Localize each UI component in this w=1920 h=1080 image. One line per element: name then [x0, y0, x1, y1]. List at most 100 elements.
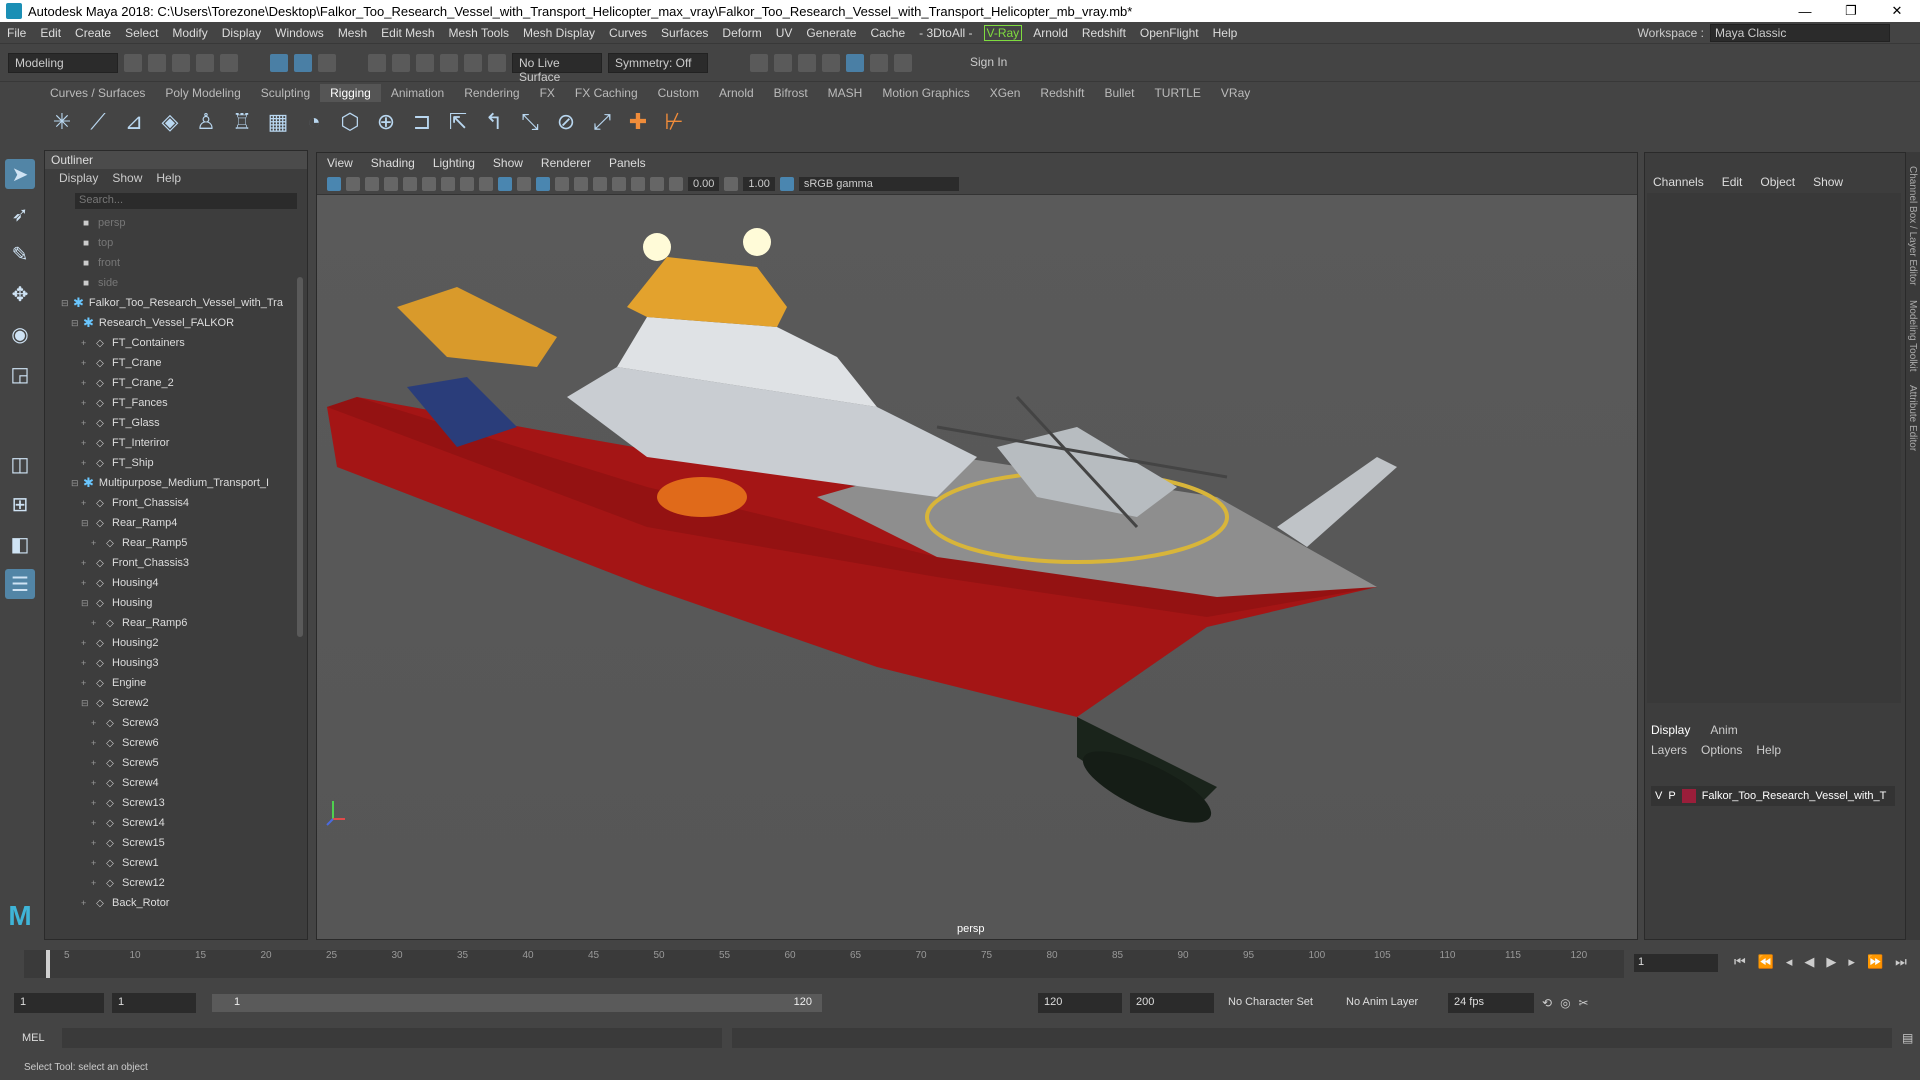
ik-handle-icon[interactable]: ⟋	[84, 108, 112, 136]
shelf-tab-curves-surfaces[interactable]: Curves / Surfaces	[40, 84, 155, 102]
expand-toggle-icon[interactable]: +	[81, 498, 91, 508]
range-slider[interactable]: 1 120	[212, 994, 822, 1012]
live-surface-field[interactable]: No Live Surface	[512, 52, 602, 84]
lattice-icon[interactable]: ▦	[264, 108, 292, 136]
view-transform-dropdown[interactable]: sRGB gamma	[798, 176, 959, 191]
single-view-icon[interactable]: ◫	[5, 449, 35, 479]
step-forward-frame-icon[interactable]: ▸	[1848, 954, 1855, 970]
new-scene-icon[interactable]	[124, 53, 142, 72]
expand-toggle-icon[interactable]: +	[81, 398, 91, 408]
play-forwards-icon[interactable]: ▶	[1826, 954, 1836, 970]
step-back-frame-icon[interactable]: ◂	[1786, 954, 1793, 970]
close-button[interactable]: ✕	[1874, 3, 1920, 19]
wireframe-icon[interactable]	[479, 176, 493, 191]
minimize-button[interactable]: —	[1782, 4, 1828, 19]
mirror-joint-icon[interactable]: ◈	[156, 108, 184, 136]
expand-toggle-icon[interactable]: +	[91, 798, 101, 808]
parent-constraint-icon[interactable]: ✚	[624, 108, 652, 136]
rotate-tool-icon[interactable]: ◉	[5, 319, 35, 349]
hypershade-icon[interactable]	[822, 53, 840, 72]
expand-toggle-icon[interactable]: +	[81, 458, 91, 468]
shelf-tab-custom[interactable]: Custom	[648, 84, 709, 102]
menu-select[interactable]: Select	[118, 26, 165, 40]
shelf-tab-vray[interactable]: VRay	[1211, 84, 1260, 102]
expand-toggle-icon[interactable]: +	[81, 558, 91, 568]
menuset-dropdown[interactable]: Modeling	[8, 52, 118, 73]
redo-icon[interactable]	[220, 53, 238, 72]
shadows-icon[interactable]	[574, 176, 588, 191]
side-tab-channel-box[interactable]: Channel Box / Layer Editor	[1907, 166, 1918, 286]
layer-playback-toggle[interactable]: P	[1668, 790, 1675, 802]
cluster-icon[interactable]: ◔	[300, 108, 328, 136]
end-time-field[interactable]: 200	[1130, 993, 1214, 1013]
layers-menu[interactable]: Layers	[1651, 743, 1687, 757]
xray-icon[interactable]	[650, 176, 664, 191]
channel-box-area[interactable]	[1647, 193, 1901, 703]
time-slider[interactable]: 5 10 15 20 25 30 35 40 45 50 55 60 65 70 75 80 85 90 95 100…	[0, 946, 1920, 982]
expand-toggle-icon[interactable]: +	[91, 618, 101, 628]
select-camera-icon[interactable]	[327, 176, 341, 191]
character-set-dropdown[interactable]: No Character Set	[1222, 993, 1332, 1013]
outliner-camera-side[interactable]: ■ side	[45, 273, 307, 293]
textured-icon[interactable]	[536, 176, 550, 191]
menu-help[interactable]: Help	[1206, 26, 1245, 40]
outliner-scrollbar[interactable]	[297, 277, 303, 637]
shelf-tab-poly-modeling[interactable]: Poly Modeling	[155, 84, 250, 102]
go-to-end-icon[interactable]: ⏭	[1895, 954, 1907, 970]
expand-toggle-icon[interactable]: ⊟	[81, 698, 91, 709]
snap-grid-icon[interactable]	[368, 53, 386, 72]
current-frame-field[interactable]: 1	[1634, 954, 1718, 972]
select-by-hierarchy-icon[interactable]	[270, 53, 288, 72]
undo-icon[interactable]	[196, 53, 214, 72]
shelf-tab-turtle[interactable]: TURTLE	[1144, 84, 1210, 102]
outliner-menu-show[interactable]: Show	[112, 171, 142, 187]
side-tab-attribute-editor[interactable]: Attribute Editor	[1907, 385, 1918, 451]
move-tool-icon[interactable]: ✥	[5, 279, 35, 309]
paint-select-icon[interactable]: ✎	[5, 239, 35, 269]
gamma-field[interactable]: 1.00	[743, 176, 775, 191]
maximize-button[interactable]: ❐	[1828, 3, 1874, 19]
expand-toggle-icon[interactable]: +	[81, 638, 91, 648]
quick-rig-icon[interactable]: ♙	[192, 108, 220, 136]
shelf-tab-fx[interactable]: FX	[530, 84, 565, 102]
isolate-select-icon[interactable]	[631, 176, 645, 191]
command-language-label[interactable]: MEL	[22, 1032, 52, 1044]
layer-color-swatch[interactable]	[1681, 789, 1696, 803]
expand-toggle-icon[interactable]: +	[91, 838, 101, 848]
viewport-menu-renderer[interactable]: Renderer	[541, 156, 591, 170]
outliner-item[interactable]: + ◇ FT_Crane	[45, 353, 307, 373]
menu-generate[interactable]: Generate	[799, 26, 863, 40]
viewport-menu-view[interactable]: View	[327, 156, 353, 170]
expand-toggle-icon[interactable]: ⊟	[71, 478, 81, 489]
shelf-tab-sculpting[interactable]: Sculpting	[251, 84, 320, 102]
expand-toggle-icon[interactable]: +	[91, 878, 101, 888]
snap-live-icon[interactable]	[488, 53, 506, 72]
step-back-key-icon[interactable]: ⏪	[1758, 954, 1774, 970]
shelf-tab-arnold[interactable]: Arnold	[709, 84, 764, 102]
menu-edit[interactable]: Edit	[33, 26, 68, 40]
use-all-lights-icon[interactable]	[555, 176, 569, 191]
outliner-item[interactable]: + ◇ Rear_Ramp6	[45, 613, 307, 633]
outliner-item[interactable]: + ◇ Housing2	[45, 633, 307, 653]
select-tool-icon[interactable]: ➤	[5, 159, 35, 189]
menu-windows[interactable]: Windows	[268, 26, 331, 40]
scale-tool-icon[interactable]: ◲	[5, 359, 35, 389]
wrap-icon[interactable]: ⬡	[336, 108, 364, 136]
image-plane-icon[interactable]	[384, 176, 398, 191]
outliner-item[interactable]: + ◇ Front_Chassis3	[45, 553, 307, 573]
outliner-item[interactable]: + ◇ Housing4	[45, 573, 307, 593]
exposure-field[interactable]: 0.00	[688, 176, 720, 191]
resolution-gate-icon[interactable]	[441, 176, 455, 191]
menu-create[interactable]: Create	[68, 26, 118, 40]
expand-toggle-icon[interactable]: +	[81, 338, 91, 348]
menu-modify[interactable]: Modify	[165, 26, 214, 40]
expand-toggle-icon[interactable]: +	[81, 358, 91, 368]
outliner-item[interactable]: + ◇ Front_Chassis4	[45, 493, 307, 513]
expand-toggle-icon[interactable]: +	[81, 578, 91, 588]
channels-menu[interactable]: Channels	[1653, 175, 1704, 189]
menu-edit-mesh[interactable]: Edit Mesh	[374, 26, 441, 40]
outliner-item[interactable]: + ◇ Screw13	[45, 793, 307, 813]
step-forward-key-icon[interactable]: ⏩	[1867, 954, 1883, 970]
outliner-menu-help[interactable]: Help	[156, 171, 181, 187]
shelf-tab-motion-graphics[interactable]: Motion Graphics	[872, 84, 979, 102]
